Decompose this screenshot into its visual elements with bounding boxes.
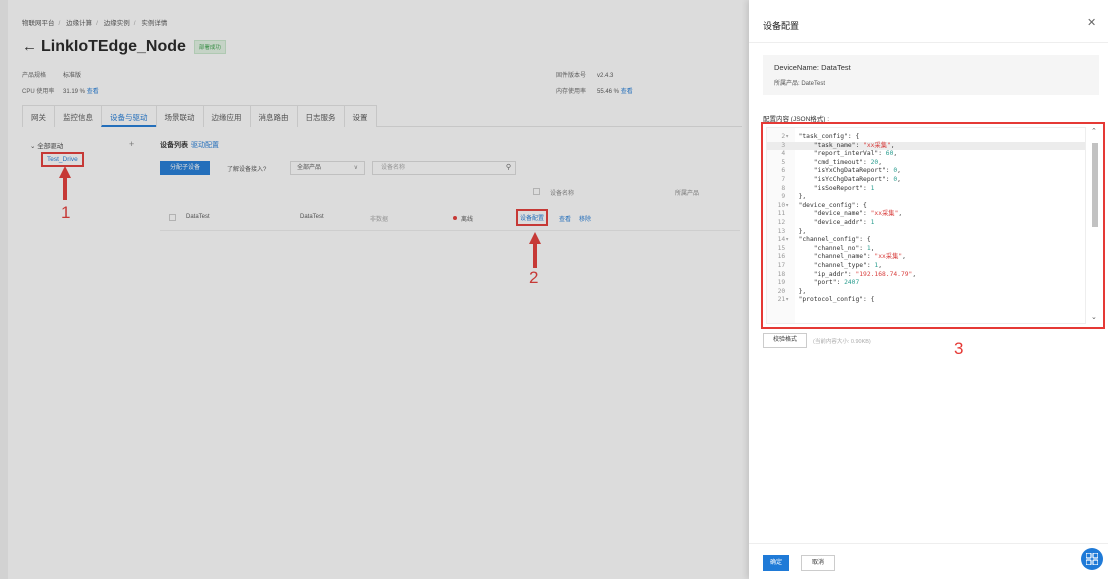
line-number: 3 [781, 141, 789, 149]
annotation-box-3: 2▾ "task_config": {3 "task_name": "xx采集"… [761, 122, 1105, 329]
code-text: "device_config": { [791, 201, 867, 209]
code-line[interactable]: 18 "ip_addr": "192.168.74.79", [767, 270, 1085, 280]
line-number: 19 [777, 279, 789, 287]
code-number: 2407 [844, 279, 860, 287]
code-line[interactable]: 9 }, [767, 193, 1085, 202]
line-number: 15 [777, 244, 789, 252]
product-line: 所属产品: DateTest [774, 81, 826, 87]
code-text: }, [791, 193, 807, 201]
code-text: , [897, 176, 901, 183]
code-text: "channel_name": [791, 253, 875, 261]
line-number: 8 [781, 184, 789, 192]
line-number: 21▾ [777, 296, 789, 304]
line-number: 20 [777, 287, 789, 295]
code-string: "xx采集" [874, 253, 903, 261]
code-line[interactable]: 13 }, [767, 227, 1085, 237]
code-line[interactable]: 11 "device_name": "xx采集", [767, 210, 1085, 219]
code-line[interactable]: 7 "isYcChgDataReport": 0, [767, 176, 1085, 185]
drawer-title: 设备配置 [763, 21, 800, 31]
scroll-down-icon[interactable]: ⌄ [1091, 313, 1097, 321]
code-line[interactable]: 20 }, [767, 287, 1085, 297]
code-line[interactable]: 16 "channel_name": "xx采集", [767, 253, 1085, 262]
code-number: 1 [870, 184, 875, 192]
device-info-card: DeviceName: DataTest 所属产品: DateTest [763, 55, 1099, 95]
confirm-button[interactable]: 确定 [763, 555, 789, 571]
code-text: "device_name": [791, 210, 871, 218]
code-line[interactable]: 8 "isSoeReport": 1 [767, 184, 1085, 194]
code-text: "isYxChgDataReport": [791, 167, 894, 175]
code-text: "channel_type": [791, 262, 875, 269]
code-text: "isYcChgDataReport": [791, 176, 894, 183]
line-number: 6 [781, 167, 789, 175]
code-text: "protocol_config": { [791, 296, 875, 304]
json-editor[interactable]: 2▾ "task_config": {3 "task_name": "xx采集"… [766, 127, 1086, 324]
code-text: , [890, 141, 895, 149]
code-text: , [878, 262, 882, 269]
validate-format-button[interactable]: 校验格式 [763, 333, 807, 348]
code-text: }, [791, 227, 807, 235]
line-number: 9 [781, 193, 789, 201]
line-number: 12 [777, 219, 789, 226]
code-text: "task_config": { [791, 133, 860, 140]
modal-backdrop[interactable] [0, 0, 749, 579]
code-text: , [912, 270, 917, 278]
code-number: 1 [870, 219, 875, 226]
device-config-drawer: 设备配置 ✕ DeviceName: DataTest 所属产品: DateTe… [749, 0, 1108, 579]
code-text: "cmd_timeout": [791, 158, 871, 166]
cancel-button[interactable]: 取消 [801, 555, 835, 571]
line-number: 5 [781, 158, 789, 166]
scroll-up-icon[interactable]: ⌃ [1091, 127, 1097, 135]
code-text: "port": [791, 279, 845, 287]
code-text: }, [791, 287, 807, 295]
code-line[interactable]: 3 "task_name": "xx采集", [767, 141, 1085, 151]
line-number: 16 [777, 253, 789, 261]
code-text: "isSoeReport": [791, 184, 871, 192]
code-line[interactable]: 5 "cmd_timeout": 20, [767, 158, 1085, 168]
code-text: "channel_no": [791, 244, 867, 252]
line-number: 14▾ [777, 236, 789, 244]
scroll-thumb[interactable] [1092, 143, 1098, 227]
grid-icon [1086, 553, 1098, 565]
code-text: "channel_config": { [791, 236, 871, 244]
code-line[interactable]: 14▾ "channel_config": { [767, 236, 1085, 245]
code-text: "device_addr": [791, 219, 871, 226]
code-text: , [893, 150, 898, 158]
line-number: 17 [777, 262, 789, 269]
code-line[interactable]: 12 "device_addr": 1 [767, 219, 1085, 228]
code-text: , [902, 253, 906, 261]
code-string: "xx采集" [870, 210, 899, 218]
code-line[interactable]: 21▾ "protocol_config": { [767, 296, 1085, 305]
line-number: 11 [777, 210, 789, 218]
line-number: 10▾ [777, 201, 789, 209]
code-text: "task_name": [791, 141, 864, 149]
line-number: 4 [781, 150, 789, 158]
code-line[interactable]: 2▾ "task_config": { [767, 133, 1085, 142]
close-icon[interactable]: ✕ [1087, 16, 1096, 29]
divider [749, 543, 1108, 544]
line-number: 13 [777, 227, 789, 235]
code-text: "ip_addr": [791, 270, 856, 278]
code-string: "xx采集" [863, 141, 891, 149]
code-text: , [898, 210, 903, 218]
code-text: , [897, 167, 901, 175]
line-number: 7 [781, 176, 789, 183]
code-string: "192.168.74.79" [855, 270, 913, 278]
floating-action-button[interactable] [1081, 548, 1103, 570]
line-number: 18 [777, 270, 789, 278]
code-line[interactable]: 17 "channel_type": 1, [767, 262, 1085, 271]
content-size-hint: (当前内容大小: 0.90KB) [813, 339, 871, 345]
code-text: , [878, 158, 883, 166]
line-number: 2▾ [781, 133, 789, 140]
code-line[interactable]: 19 "port": 2407 [767, 279, 1085, 288]
annotation-number-3: 3 [954, 339, 964, 358]
editor-scrollbar[interactable]: ⌃ ⌄ [1089, 127, 1101, 324]
code-line[interactable]: 6 "isYxChgDataReport": 0, [767, 167, 1085, 176]
divider [749, 42, 1108, 43]
code-text: "report_interVal": [791, 150, 886, 158]
device-name-line: DeviceName: DataTest [774, 63, 851, 72]
code-line[interactable]: 4 "report_interVal": 60, [767, 150, 1085, 159]
code-text: , [870, 244, 875, 252]
